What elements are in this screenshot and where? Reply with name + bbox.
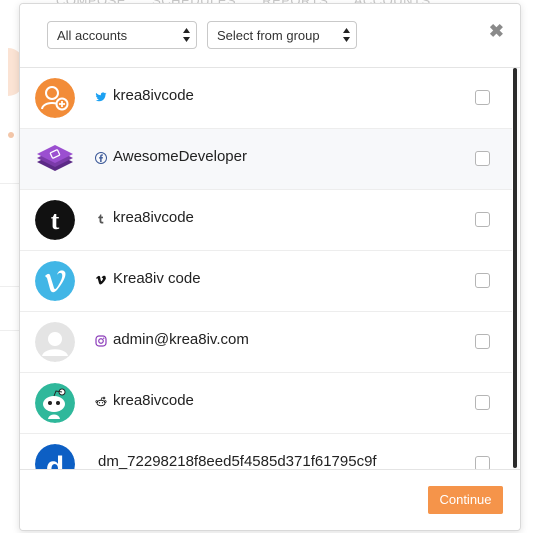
- account-checkbox[interactable]: [475, 151, 490, 166]
- account-row-reddit[interactable]: krea8ivcode: [20, 373, 512, 434]
- account-checkbox[interactable]: [475, 456, 490, 469]
- account-row-dailymotion[interactable]: d dm_72298218f8eed5f4585d371f61795c9f: [20, 434, 512, 469]
- account-row-tumblr[interactable]: t krea8ivcode: [20, 190, 512, 251]
- close-button[interactable]: ✖: [489, 21, 504, 42]
- account-checkbox[interactable]: [475, 395, 490, 410]
- svg-text:t: t: [51, 206, 60, 235]
- accounts-select[interactable]: All accounts: [47, 21, 197, 49]
- account-name: Krea8iv code: [113, 270, 201, 287]
- account-row-vimeo[interactable]: Krea8iv code: [20, 251, 512, 312]
- select-arrows-icon: [343, 28, 350, 42]
- continue-button[interactable]: Continue: [428, 486, 503, 514]
- reddit-avatar: [35, 383, 75, 423]
- group-select-value: Select from group: [217, 28, 320, 43]
- vimeo-icon: [95, 275, 106, 285]
- account-row-instagram[interactable]: admin@krea8iv.com: [20, 312, 512, 373]
- account-name: krea8ivcode: [113, 392, 194, 409]
- accounts-select-value: All accounts: [57, 28, 128, 43]
- background-divider: [0, 330, 20, 331]
- modal-footer: Continue: [20, 469, 520, 530]
- reddit-icon: [95, 396, 107, 407]
- background-divider: [0, 183, 20, 184]
- user-add-avatar: [35, 78, 75, 118]
- account-name: krea8ivcode: [113, 209, 194, 226]
- tumblr-avatar: t: [35, 200, 75, 240]
- account-checkbox[interactable]: [475, 334, 490, 349]
- stack-avatar: [35, 139, 75, 179]
- account-name: krea8ivcode: [113, 87, 194, 104]
- default-user-avatar: [35, 322, 75, 362]
- account-checkbox[interactable]: [475, 212, 490, 227]
- facebook-icon: [95, 152, 107, 164]
- list-scrollbar[interactable]: [513, 68, 519, 469]
- accounts-list: krea8ivcode AwesomeDeveloper t krea8ivco…: [20, 68, 512, 469]
- background-dot: [8, 132, 14, 138]
- select-accounts-modal: All accounts Select from group ✖ krea8iv…: [19, 3, 521, 531]
- select-arrows-icon: [183, 28, 190, 42]
- svg-text:d: d: [46, 451, 64, 469]
- group-select[interactable]: Select from group: [207, 21, 357, 49]
- account-checkbox[interactable]: [475, 90, 490, 105]
- account-row-twitter[interactable]: krea8ivcode: [20, 68, 512, 129]
- background-divider: [0, 286, 20, 287]
- account-row-facebook[interactable]: AwesomeDeveloper: [20, 129, 512, 190]
- account-name: dm_72298218f8eed5f4585d371f61795c9f: [98, 453, 377, 469]
- scrollbar-thumb[interactable]: [513, 68, 517, 468]
- account-checkbox[interactable]: [475, 273, 490, 288]
- account-name: AwesomeDeveloper: [113, 148, 247, 165]
- vimeo-avatar: [35, 261, 75, 301]
- instagram-icon: [95, 335, 107, 347]
- twitter-icon: [95, 92, 107, 102]
- dailymotion-avatar: d: [35, 444, 75, 469]
- modal-header: All accounts Select from group ✖: [20, 4, 520, 68]
- tumblr-icon: [98, 214, 104, 224]
- account-name: admin@krea8iv.com: [113, 331, 249, 348]
